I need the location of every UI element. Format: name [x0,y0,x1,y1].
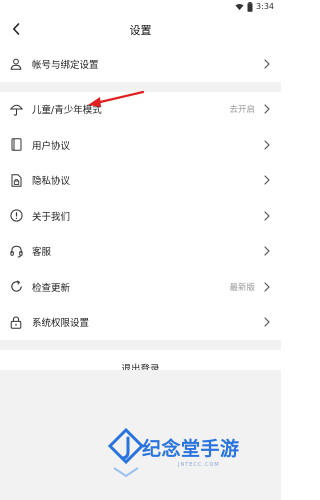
watermark-emblem-icon [108,428,144,478]
settings-group-main: 儿童/青少年模式 去开启 用户协议 隐私协议 关于我们 客服 检查更新 最新版 … [0,91,281,340]
lock-doc-icon [9,173,23,187]
headset-icon [9,244,23,258]
watermark-subtext: JNTECC.COM [178,462,220,468]
row-youth-mode[interactable]: 儿童/青少年模式 去开启 [0,91,281,127]
row-system-permissions[interactable]: 系统权限设置 [0,304,281,340]
settings-group-account: 帐号与绑定设置 [0,46,281,82]
row-label: 系统权限设置 [32,318,90,330]
row-account-binding[interactable]: 帐号与绑定设置 [0,46,281,82]
header: 设置 [0,14,281,46]
status-icons: 3:34 [235,1,274,13]
status-time: 3:34 [256,2,274,11]
row-value: 最新版 [229,282,255,293]
refresh-icon [9,280,23,294]
row-privacy-agreement[interactable]: 隐私协议 [0,162,281,198]
row-customer-service[interactable]: 客服 [0,233,281,269]
book-icon [9,138,23,152]
section-divider [0,340,281,350]
watermark-text: 纪念堂手游 [142,438,240,460]
chevron-right-icon [263,59,271,69]
umbrella-icon [9,102,23,116]
chevron-right-icon [263,246,271,256]
page-title: 设置 [129,24,152,37]
battery-icon [247,2,253,12]
row-value: 去开启 [229,105,255,116]
wifi-icon [235,3,244,11]
row-check-update[interactable]: 检查更新 最新版 [0,269,281,305]
chevron-right-icon [263,140,271,150]
row-label: 隐私协议 [32,176,71,188]
row-label: 客服 [32,247,52,259]
chevron-right-icon [263,104,271,114]
section-divider [0,81,281,92]
row-user-agreement[interactable]: 用户协议 [0,127,281,163]
watermark-logo: 纪念堂手游 JNTECC.COM [108,424,278,484]
row-about-us[interactable]: 关于我们 [0,198,281,234]
row-label: 关于我们 [32,211,71,223]
info-icon [9,209,23,223]
person-icon [9,57,23,71]
row-label: 帐号与绑定设置 [32,59,99,71]
row-label: 用户协议 [32,140,71,152]
chevron-right-icon [263,211,271,221]
status-bar: 3:34 [0,0,281,14]
row-label: 儿童/青少年模式 [32,105,102,117]
chevron-right-icon [263,317,271,327]
row-label: 检查更新 [32,282,71,294]
padlock-icon [9,315,23,329]
chevron-right-icon [263,282,271,292]
chevron-right-icon [263,175,271,185]
